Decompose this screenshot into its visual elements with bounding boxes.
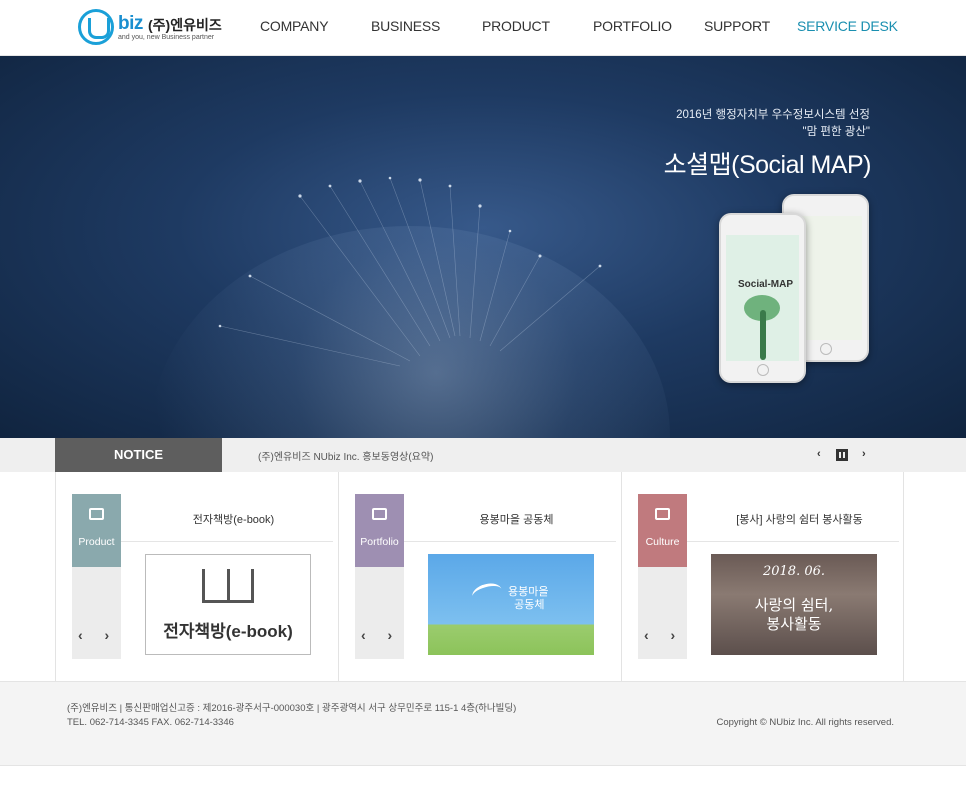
hero-slogan-text: "맘 편한 광산" [802, 126, 870, 138]
nav-support[interactable]: SUPPORT [704, 18, 770, 34]
badge-label: Culture [645, 536, 680, 548]
ebook-thumbnail[interactable]: 전자책방(e-book) [145, 554, 311, 655]
hero-title: 소셜맵(Social MAP) [663, 151, 872, 179]
badge-strip [638, 567, 687, 659]
volunteer-thumbnail[interactable]: 2018. 06. 사랑의 쉼터, 봉사활동 [711, 554, 877, 655]
notice-headline[interactable]: (주)엔유비즈 NUbiz Inc. 홍보동영상(요약) [258, 448, 433, 463]
feature-cards: Product ‹ › 전자책방(e-book) 전자책방(e-book) Po… [0, 472, 966, 681]
phone-app-title: Social-MAP [738, 279, 794, 290]
card-prev-next-arrows[interactable]: ‹ › [361, 627, 401, 643]
card-divider [687, 541, 899, 542]
footer-company-info: (주)엔유비즈 | 통신판매업신고증 : 제2016-광주서구-000030호 … [67, 703, 517, 714]
product-badge: Product [72, 494, 121, 567]
phone-mockup-social-map: Social-MAP [719, 213, 806, 383]
hero-banner[interactable]: 2016년 행정자치부 우수정보시스템 선정 "맘 편한 광산" 소셜맵(Soc… [0, 56, 966, 438]
nav-service-desk[interactable]: SERVICE DESK [797, 18, 898, 34]
card-prev-next-arrows[interactable]: ‹ › [644, 627, 684, 643]
card-prev-next-arrows[interactable]: ‹ › [78, 627, 118, 643]
notice-bar: NOTICE (주)엔유비즈 NUbiz Inc. 홍보동영상(요약) ‹ › [0, 438, 966, 472]
logo-biz-text: biz [118, 13, 143, 34]
monitor-icon [372, 508, 387, 520]
card-portfolio: Portfolio ‹ › 용봉마을 공동체 용봉마을 공동체 [338, 472, 621, 681]
phone-home-button [756, 364, 769, 376]
phone-home-button [819, 343, 832, 355]
footer-contact: TEL. 062-714-3345 FAX. 062-714-3346 [67, 717, 234, 728]
nav-business[interactable]: BUSINESS [371, 18, 440, 34]
card-product: Product ‹ › 전자책방(e-book) 전자책방(e-book) [55, 472, 338, 681]
notice-next-icon[interactable]: › [862, 448, 866, 460]
ebook-thumbnail-text: 전자책방(e-book) [163, 622, 293, 641]
nav-portfolio[interactable]: PORTFOLIO [593, 18, 672, 34]
village-thumbnail[interactable]: 용봉마을 공동체 [428, 554, 594, 655]
footer-copyright: Copyright © NUbiz Inc. All rights reserv… [716, 717, 894, 728]
briefcase-icon [89, 508, 104, 520]
site-footer: (주)엔유비즈 | 통신판매업신고증 : 제2016-광주서구-000030호 … [0, 681, 966, 766]
card-divider [121, 541, 333, 542]
badge-label: Product [78, 536, 115, 548]
apple-icon [655, 508, 670, 520]
card-title[interactable]: 용봉마을 공동체 [419, 511, 614, 527]
badge-strip [355, 567, 404, 659]
portfolio-badge: Portfolio [355, 494, 404, 567]
company-logo[interactable]: biz (주)엔유비즈 and you, new Business partne… [78, 9, 228, 47]
notice-pause-icon[interactable] [836, 449, 848, 461]
badge-label: Portfolio [360, 536, 399, 548]
village-thumbnail-text: 용봉마을 공동체 [508, 586, 549, 611]
notice-prev-icon[interactable]: ‹ [817, 448, 821, 460]
site-header: biz (주)엔유비즈 and you, new Business partne… [0, 0, 966, 56]
card-culture: Culture ‹ › [봉사] 사랑의 쉼터 봉사활동 2018. 06. 사… [621, 472, 904, 681]
volunteer-date: 2018. 06. [762, 564, 826, 579]
hero-award-text: 2016년 행정자치부 우수정보시스템 선정 [676, 109, 870, 121]
card-divider [404, 541, 616, 542]
logo-company-name: (주)엔유비즈 [148, 17, 222, 33]
card-title[interactable]: [봉사] 사랑의 쉼터 봉사활동 [702, 511, 897, 527]
nav-company[interactable]: COMPANY [260, 18, 329, 34]
village-logo-icon [470, 580, 504, 606]
card-title[interactable]: 전자책방(e-book) [136, 511, 331, 527]
volunteer-thumbnail-text: 사랑의 쉼터, 봉사활동 [754, 596, 834, 633]
notice-tab[interactable]: NOTICE [55, 438, 222, 472]
nu-logo-icon [78, 9, 114, 45]
book-icon [202, 569, 254, 603]
logo-tagline: and you, new Business partner [118, 34, 215, 41]
culture-badge: Culture [638, 494, 687, 567]
nav-product[interactable]: PRODUCT [482, 18, 550, 34]
phone-app-screen: Social-MAP [726, 235, 799, 361]
tree-trunk-icon [760, 310, 766, 360]
badge-strip [72, 567, 121, 659]
